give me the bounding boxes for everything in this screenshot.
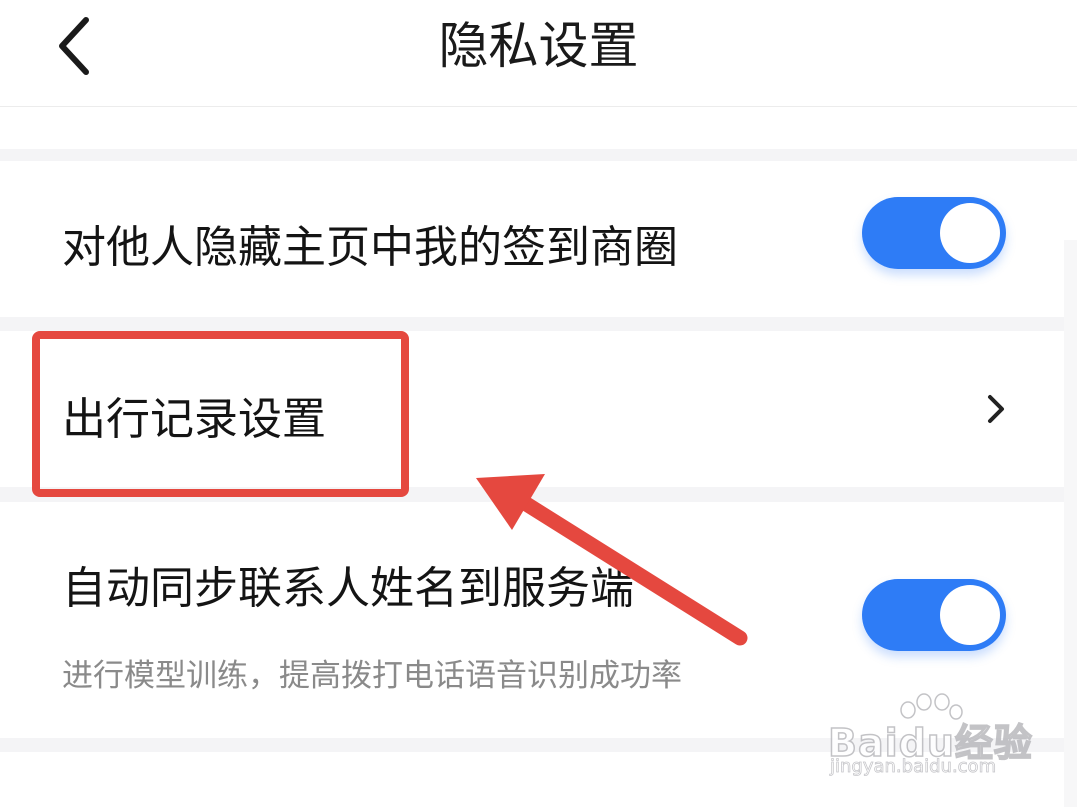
hide-checkin-toggle[interactable] — [862, 197, 1006, 269]
setting-row-hide-checkin: 对他人隐藏主页中我的签到商圈 — [0, 161, 1077, 317]
setting-label: 对他人隐藏主页中我的签到商圈 — [62, 222, 678, 273]
setting-sublabel: 进行模型训练，提高拨打电话语音识别成功率 — [62, 658, 682, 694]
toggle-knob — [940, 203, 1000, 263]
chevron-right-icon — [988, 395, 1004, 423]
toggle-knob — [940, 585, 1000, 645]
setting-row-partial — [0, 752, 1077, 807]
setting-label: 自动同步联系人姓名到服务端 — [62, 563, 634, 614]
page-title: 隐私设置 — [438, 17, 639, 75]
spacer — [0, 107, 1077, 149]
sync-contacts-toggle[interactable] — [862, 579, 1006, 651]
nav-header: 隐私设置 — [0, 0, 1077, 107]
setting-label: 出行记录设置 — [62, 394, 326, 445]
setting-row-travel-records[interactable]: 出行记录设置 — [0, 331, 1077, 487]
scrollbar-track — [1064, 240, 1077, 807]
setting-row-sync-contacts: 自动同步联系人姓名到服务端 进行模型训练，提高拨打电话语音识别成功率 — [0, 502, 1077, 738]
